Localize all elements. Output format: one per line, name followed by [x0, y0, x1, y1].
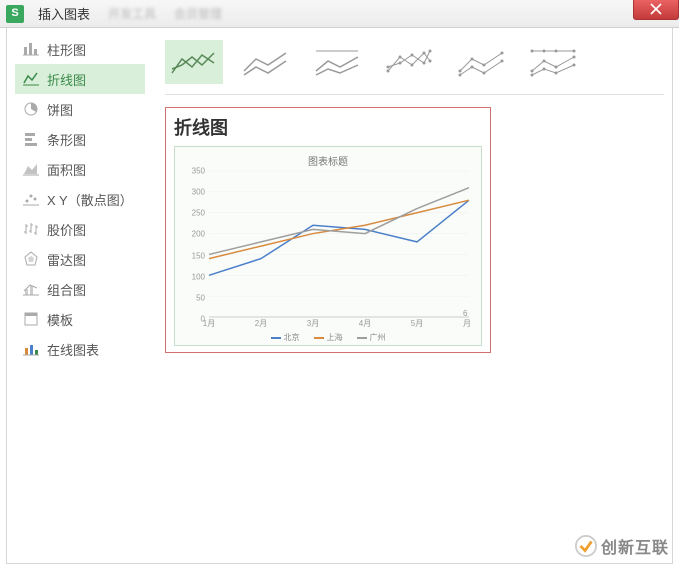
- chart-inner-title: 图表标题: [181, 153, 475, 168]
- close-icon: [650, 3, 662, 15]
- thumb-line-markers[interactable]: [381, 40, 439, 84]
- line-chart-icon: [23, 71, 39, 87]
- sidebar-label: 条形图: [47, 130, 86, 149]
- pie-chart-icon: [23, 101, 39, 117]
- sidebar-label: 在线图表: [47, 340, 99, 359]
- sidebar-item-stock[interactable]: 股价图: [15, 214, 145, 244]
- brand-text: 创新互联: [601, 534, 669, 558]
- thumb-line-percent-markers[interactable]: [525, 40, 583, 84]
- thumb-line-percent[interactable]: [309, 40, 367, 84]
- sidebar-label: 股价图: [47, 220, 86, 239]
- sidebar-item-radar[interactable]: 雷达图: [15, 244, 145, 274]
- sidebar-item-bar[interactable]: 柱形图: [15, 34, 145, 64]
- y-tick-label: 100: [181, 272, 205, 281]
- sidebar-label: 雷达图: [47, 250, 86, 269]
- title-bar: S 插入图表 开发工具 会员管理: [0, 0, 679, 28]
- sidebar-label: 面积图: [47, 160, 86, 179]
- scatter-chart-icon: [23, 191, 39, 207]
- divider: [165, 94, 664, 95]
- x-tick-label: 3月: [307, 318, 319, 329]
- sidebar-label: 组合图: [47, 280, 86, 299]
- sidebar-item-line[interactable]: 折线图: [15, 64, 145, 94]
- dialog-title: 插入图表: [38, 4, 90, 23]
- bg-tab-2: 会员管理: [174, 5, 222, 22]
- chart-legend: 北京 上海 广州: [175, 332, 481, 343]
- brand-watermark: 创新互联: [575, 534, 669, 558]
- sidebar-label: 柱形图: [47, 40, 86, 59]
- y-tick-label: 150: [181, 251, 205, 260]
- chart-type-sidebar: 柱形图 折线图 饼图 条形图 面积图 X Y（散点图） 股价图 雷达图: [15, 34, 145, 557]
- stock-chart-icon: [23, 221, 39, 237]
- chart-subtype-thumbs: [165, 40, 664, 84]
- title-tabs: 插入图表 开发工具 会员管理: [38, 4, 222, 23]
- sidebar-label: 折线图: [47, 70, 86, 89]
- brand-logo-icon: [575, 535, 597, 557]
- legend-entry: 上海: [314, 332, 343, 343]
- combo-chart-icon: [23, 281, 39, 297]
- app-icon: S: [6, 5, 24, 23]
- sidebar-item-area[interactable]: 面积图: [15, 154, 145, 184]
- main-container: 柱形图 折线图 饼图 条形图 面积图 X Y（散点图） 股价图 雷达图: [6, 28, 673, 564]
- chart-preview[interactable]: 图表标题 050100150200250300350 1月2月3月4月5月6月 …: [174, 146, 482, 346]
- legend-entry: 北京: [271, 332, 300, 343]
- sidebar-item-template[interactable]: 模板: [15, 304, 145, 334]
- preview-wrap: 折线图 图表标题 0 50 100 150 200 250 300 350 1月 2月 3月 4月 5…: [165, 107, 491, 353]
- y-tick-label: 0: [181, 315, 205, 324]
- x-tick-label: 1月: [203, 318, 215, 329]
- y-tick-label: 200: [181, 230, 205, 239]
- y-tick-label: 300: [181, 188, 205, 197]
- sidebar-label: 模板: [47, 310, 73, 329]
- x-tick-label: 5月: [411, 318, 423, 329]
- sidebar-item-scatter[interactable]: X Y（散点图）: [15, 184, 145, 214]
- area-chart-icon: [23, 161, 39, 177]
- close-button[interactable]: [633, 0, 679, 20]
- sidebar-label: X Y（散点图）: [47, 190, 133, 209]
- legend-entry: 广州: [357, 332, 386, 343]
- sidebar-item-combo[interactable]: 组合图: [15, 274, 145, 304]
- y-tick-label: 50: [181, 293, 205, 302]
- sidebar-item-pie[interactable]: 饼图: [15, 94, 145, 124]
- thumb-line-stacked[interactable]: [237, 40, 295, 84]
- hbar-chart-icon: [23, 131, 39, 147]
- template-icon: [23, 311, 39, 327]
- thumb-line-stacked-markers[interactable]: [453, 40, 511, 84]
- sidebar-item-hbar[interactable]: 条形图: [15, 124, 145, 154]
- main-panel: 折线图 图表标题 0 50 100 150 200 250 300 350 1月 2月 3月 4月 5…: [145, 34, 664, 557]
- sidebar-item-online[interactable]: 在线图表: [15, 334, 145, 364]
- x-tick-label: 6月: [463, 309, 475, 329]
- preview-title: 折线图: [174, 114, 482, 140]
- plot-area: [209, 171, 469, 317]
- online-chart-icon: [23, 341, 39, 357]
- bg-tab-1: 开发工具: [108, 5, 156, 22]
- sidebar-label: 饼图: [47, 100, 73, 119]
- x-tick-label: 4月: [359, 318, 371, 329]
- radar-chart-icon: [23, 251, 39, 267]
- y-tick-label: 250: [181, 209, 205, 218]
- y-tick-label: 350: [181, 167, 205, 176]
- bar-chart-icon: [23, 41, 39, 57]
- thumb-line-basic[interactable]: [165, 40, 223, 84]
- x-tick-label: 2月: [255, 318, 267, 329]
